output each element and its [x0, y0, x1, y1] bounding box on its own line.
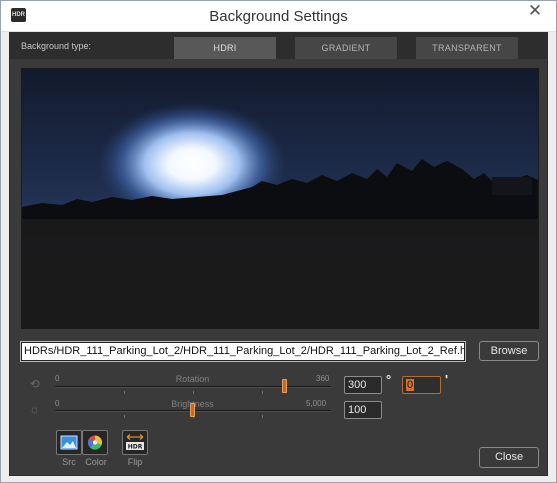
rotation-tick [124, 391, 125, 394]
settings-panel: Background type: HDRI GRADIENT TRANSPARE… [9, 32, 548, 476]
browse-button[interactable]: Browse [479, 341, 539, 361]
degree-unit: ° [386, 372, 392, 387]
minutes-unit: ' [445, 372, 449, 387]
brightness-min: 0 [55, 399, 60, 408]
rotation-label: Rotation [175, 374, 210, 384]
tab-gradient[interactable]: GRADIENT [295, 37, 397, 59]
brightness-max: 5,000 [306, 399, 327, 408]
window-close-button[interactable]: ✕ [522, 1, 548, 21]
src-image-button[interactable] [56, 430, 82, 455]
color-wheel-icon [88, 435, 103, 450]
rotation-max: 360 [316, 374, 330, 383]
background-type-label: Background type: [21, 41, 92, 51]
rotation-minutes-value: 0 [406, 379, 415, 391]
image-icon [60, 435, 78, 450]
flip-label: Flip [127, 457, 143, 467]
brightness-tick [262, 415, 263, 418]
background-type-bar: Background type: HDRI GRADIENT TRANSPARE… [10, 33, 547, 59]
flip-button[interactable]: HDR [122, 430, 148, 455]
tab-hdri[interactable]: HDRI [174, 37, 276, 59]
window-title: Background Settings [209, 8, 348, 25]
rotate-icon: ⟲ [29, 377, 40, 391]
color-label: Color [85, 457, 107, 467]
rotation-min: 0 [55, 374, 60, 383]
svg-text:HDR: HDR [128, 444, 143, 451]
title-bar: HDR Background Settings ✕ [1, 1, 556, 32]
rotation-degrees-input[interactable]: 300 [344, 376, 382, 394]
background-settings-window: HDR Background Settings ✕ Background typ… [0, 0, 557, 483]
color-button[interactable] [82, 430, 108, 455]
hdri-preview-image [22, 69, 538, 328]
brightness-input[interactable]: 100 [344, 401, 382, 419]
close-button[interactable]: Close [479, 447, 539, 468]
brightness-tick [124, 415, 125, 418]
hdri-preview[interactable] [21, 68, 539, 329]
brightness-slider-handle[interactable] [190, 403, 195, 417]
rotation-tick [262, 391, 263, 394]
hdri-path-input[interactable]: HDRs/HDR_111_Parking_Lot_2/HDR_111_Parki… [20, 341, 466, 362]
tab-transparent[interactable]: TRANSPARENT [416, 37, 518, 59]
rotation-track[interactable] [55, 386, 331, 388]
src-label: Src [62, 457, 76, 467]
flip-hdr-icon: HDR [126, 434, 144, 451]
rotation-tick [193, 391, 194, 394]
rotation-minutes-input[interactable]: 0 [402, 376, 441, 394]
rotation-slider-handle[interactable] [281, 379, 287, 393]
sun-icon: ☼ [29, 402, 40, 416]
